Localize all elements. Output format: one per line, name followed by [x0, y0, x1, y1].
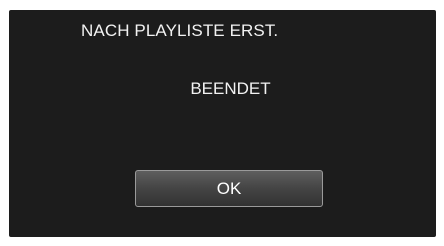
dialog-title: NACH PLAYLISTE ERST.: [81, 21, 279, 40]
ok-button-label: OK: [216, 178, 242, 198]
ok-button[interactable]: OK: [135, 170, 323, 207]
dialog-screen: NACH PLAYLISTE ERST. BEENDET OK: [9, 10, 436, 237]
dialog-message: BEENDET: [190, 79, 271, 98]
